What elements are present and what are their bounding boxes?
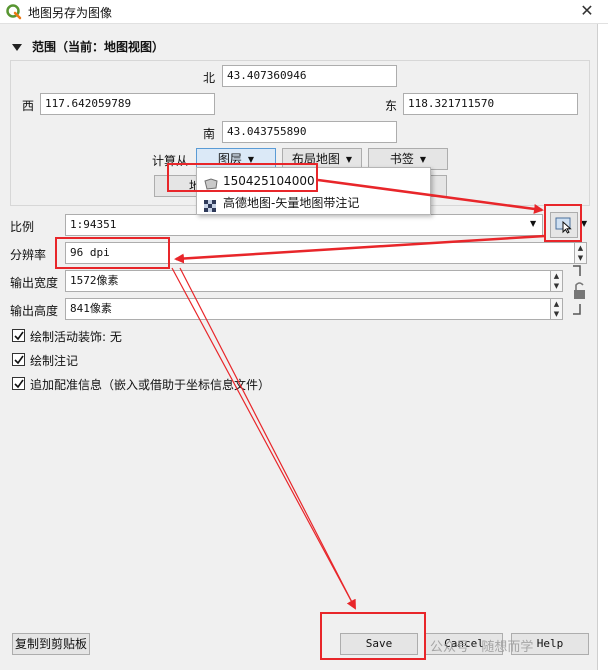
east-label: 东 — [385, 99, 398, 113]
output-height-spin-buttons[interactable]: ▲ ▼ — [551, 298, 563, 320]
scale-label: 比例 — [10, 220, 35, 234]
east-field[interactable]: 118.321711570 — [403, 93, 578, 115]
output-width-label: 输出宽度 — [10, 276, 59, 290]
north-label: 北 — [203, 71, 216, 85]
raster-layer-icon — [204, 197, 216, 219]
close-icon[interactable]: ✕ — [578, 2, 596, 20]
draw-labels-label: 绘制注记 — [30, 354, 79, 368]
south-label: 南 — [203, 127, 216, 141]
chevron-down-icon[interactable]: ▼ — [530, 219, 536, 228]
menu-item-label: 高德地图-矢量地图带注记 — [223, 196, 360, 210]
bookmark-button-label: 书签 — [389, 152, 414, 166]
append-georeference-checkbox[interactable] — [12, 377, 25, 390]
title-bar: 地图另存为图像 ✕ — [0, 0, 608, 24]
extent-group-title[interactable]: 范围（当前：地图视图） — [32, 38, 164, 55]
annotation-box-save — [320, 612, 426, 660]
scale-combobox[interactable]: 1:94351 — [65, 214, 543, 236]
output-width-spin-buttons[interactable]: ▲ ▼ — [551, 270, 563, 292]
annotation-box-layer-item — [167, 163, 318, 192]
menu-item-layer-gaode[interactable]: 高德地图-矢量地图带注记 — [197, 192, 430, 214]
qgis-logo-icon — [6, 4, 22, 20]
draw-decorations-label: 绘制活动装饰: 无 — [30, 330, 122, 344]
draw-labels-checkbox[interactable] — [12, 353, 25, 366]
background-window-edge — [597, 24, 608, 670]
resolution-spin-buttons[interactable]: ▲ ▼ — [575, 242, 587, 264]
output-height-label: 输出高度 — [10, 304, 59, 318]
south-field[interactable]: 43.043755890 — [222, 121, 397, 143]
collapse-triangle-icon[interactable] — [12, 42, 22, 52]
scale-value: 1:94351 — [70, 218, 117, 231]
draw-decorations-checkbox[interactable] — [12, 329, 25, 342]
resolution-label: 分辨率 — [10, 248, 47, 262]
copy-to-clipboard-button[interactable]: 复制到剪贴板 — [12, 633, 90, 655]
output-height-spinbox[interactable]: 841像素 — [65, 298, 551, 320]
west-field[interactable]: 117.642059789 — [40, 93, 215, 115]
output-width-spinbox[interactable]: 1572像素 — [65, 270, 551, 292]
west-label: 西 — [22, 99, 35, 113]
window-title: 地图另存为图像 — [28, 6, 113, 20]
north-field[interactable]: 43.407360946 — [222, 65, 397, 87]
watermark-text: 公众号 · 随想而学 — [430, 640, 534, 655]
annotation-box-scale-button — [544, 204, 582, 242]
lock-aspect-ratio-icon[interactable] — [570, 264, 588, 319]
append-georeference-label: 追加配准信息（嵌入或借助于坐标信息文件） — [30, 378, 271, 392]
annotation-box-resolution — [55, 237, 170, 269]
